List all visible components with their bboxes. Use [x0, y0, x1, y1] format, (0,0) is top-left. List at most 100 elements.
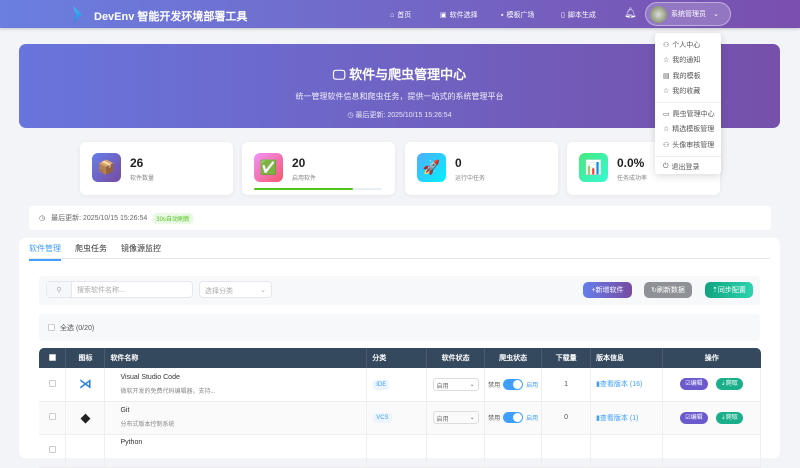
main-panel: 软件管理 爬虫任务 镜像源监控 ⚲ 搜索软件名称... 选择分类 ⌄ +新增软件 ↻刷新…	[19, 238, 780, 468]
select-all-label[interactable]: 全选 (0/20)	[60, 323, 94, 333]
add-software-button[interactable]: +新增软件	[583, 282, 632, 298]
category-tag: VCS	[373, 413, 392, 423]
checkmark-icon: ✅	[254, 153, 283, 182]
menu-item-featured-templates[interactable]: ☆ 精选模板管理	[655, 122, 721, 138]
stat-label: 软件数量	[130, 176, 155, 182]
sync-config-button[interactable]: ⇡同步配置	[705, 282, 753, 298]
menu-item-avatar-review[interactable]: ⚇ 头像审核管理	[655, 137, 721, 153]
view-versions-link[interactable]: ▮查看版本 (1)	[596, 415, 638, 422]
toggle-off-label: 禁用	[488, 416, 501, 422]
category-select[interactable]: 选择分类 ⌄	[199, 281, 272, 298]
crawl-button[interactable]: ⇣爬取	[715, 411, 743, 424]
search-placeholder: 搜索软件名称...	[77, 286, 125, 294]
last-updated: 最后更新: 2025/10/15 15:26:54	[355, 112, 452, 119]
edit-button[interactable]: ☑编辑	[680, 378, 708, 391]
notification-bell-icon[interactable]: 🔔︎	[624, 8, 637, 19]
monitor-icon: ▭	[663, 110, 670, 118]
script-icon: ▯	[561, 12, 565, 19]
software-desc: 分布式版本控制系统	[120, 422, 175, 428]
versions-label: 查看版本 (16)	[599, 381, 643, 389]
menu-label: 我的收藏	[672, 88, 701, 96]
stat-card-running-tasks: 🚀 0 运行中任务	[405, 142, 558, 195]
last-updated: 最后更新: 2025/10/15 15:26:54	[51, 215, 148, 222]
user-icon: ⚇	[663, 141, 670, 149]
status-value: 启用	[436, 417, 449, 423]
toolbar: ⚲ 搜索软件名称... 选择分类 ⌄ +新增软件 ↻刷新数据 ⇡同步配置	[39, 276, 760, 305]
col-icon: 图标	[65, 348, 106, 368]
clock-icon: ◷	[39, 215, 46, 222]
view-versions-link[interactable]: ▮查看版本 (16)	[596, 381, 642, 388]
menu-item-profile[interactable]: ⚇ 个人中心	[655, 37, 721, 53]
header-checkbox[interactable]	[39, 348, 67, 368]
menu-item-templates[interactable]: ▤ 我的模板	[655, 68, 721, 84]
status-select[interactable]: 启用 ⌄	[432, 411, 479, 424]
user-menu-button[interactable]: 系统管理员 ⌄	[645, 2, 731, 26]
software-desc: 微软开发的免费代码编辑器，支持...	[120, 388, 216, 395]
select-all-checkbox[interactable]	[48, 324, 55, 331]
nav-label: 首页	[397, 12, 412, 19]
downloads: 0	[541, 401, 592, 435]
stat-value: 26	[130, 156, 144, 170]
nav-software[interactable]: ▣ 软件选择	[440, 10, 478, 20]
template-icon: ▪	[501, 11, 504, 19]
col-downloads: 下载量	[541, 348, 592, 368]
menu-label: 爬虫管理中心	[672, 110, 715, 118]
menu-divider	[655, 102, 721, 103]
crawler-toggle[interactable]	[503, 378, 524, 390]
menu-item-notifications[interactable]: ☆ 我的通知	[655, 53, 721, 69]
stat-label: 启用软件	[292, 176, 317, 182]
monitor-icon: 🖵︎	[332, 67, 350, 82]
table-row: ⋊ Visual Studio Code 微软开发的免费代码编辑器，支持... I…	[39, 368, 761, 402]
page-title: 软件与爬虫管理中心	[349, 67, 467, 82]
avatar	[650, 5, 667, 23]
row-checkbox[interactable]	[48, 446, 56, 453]
stat-value: 0.0%	[617, 156, 645, 170]
stat-label: 任务成功率	[617, 176, 648, 182]
col-category: 分类	[366, 348, 428, 368]
star-icon: ☆	[663, 57, 670, 65]
toggle-on-label: 启用	[526, 382, 539, 389]
nav-label: 软件选择	[449, 12, 478, 19]
menu-item-crawler-center[interactable]: ▭ 爬虫管理中心	[655, 106, 721, 122]
chevron-down-icon: ⌄	[469, 415, 475, 421]
downloads: 1	[541, 368, 592, 402]
stat-card-enabled: ✅ 20 启用软件	[242, 142, 395, 195]
toggle-on-label: 启用	[526, 416, 539, 422]
menu-label: 退出登录	[671, 164, 700, 172]
crawler-toggle[interactable]	[503, 412, 524, 423]
menu-item-favorites[interactable]: ☆ 我的收藏	[655, 84, 721, 100]
col-status: 软件状态	[426, 348, 486, 368]
menu-label: 我的通知	[672, 57, 701, 65]
crawl-label: 爬取	[725, 414, 738, 421]
search-input[interactable]: ⚲ 搜索软件名称...	[46, 281, 193, 298]
nav-templates[interactable]: ▪ 模板广场	[501, 10, 534, 20]
home-icon: ⌂	[390, 11, 395, 19]
menu-item-logout[interactable]: ⏻ 退出登录	[655, 160, 721, 176]
refresh-data-button[interactable]: ↻刷新数据	[644, 282, 692, 298]
select-all-bar: 全选 (0/20)	[39, 314, 760, 341]
auto-refresh-badge: 30s自动刷新	[153, 212, 193, 224]
software-name: Python	[120, 438, 143, 446]
crawl-button[interactable]: ⇣爬取	[715, 378, 743, 391]
software-table: 图标 软件名称 分类 软件状态 爬虫状态 下载量 版本信息 操作 ⋊ Visua…	[39, 348, 761, 468]
row-checkbox[interactable]	[48, 379, 56, 387]
menu-label: 头像审核管理	[672, 141, 715, 149]
stat-card-software-count: 📦 26 软件数量	[80, 142, 233, 195]
row-checkbox[interactable]	[48, 413, 56, 420]
col-actions: 操作	[662, 348, 761, 368]
search-icon: ⚲	[47, 282, 72, 297]
vscode-icon: ⋊	[78, 376, 92, 392]
edit-button[interactable]: ☑编辑	[680, 411, 708, 424]
edit-label: 编辑	[690, 381, 703, 388]
menu-label: 个人中心	[672, 41, 701, 49]
status-select[interactable]: 启用 ⌄	[432, 377, 479, 391]
chevron-down-icon: ⌄	[469, 381, 475, 388]
table-row: Python	[39, 434, 761, 468]
stat-value: 0	[455, 156, 462, 170]
nav-scripts[interactable]: ▯ 脚本生成	[561, 10, 596, 20]
stat-value: 20	[292, 156, 306, 170]
chevron-down-icon: ⌄	[713, 11, 719, 18]
star-icon: ☆	[663, 88, 670, 96]
nav-home[interactable]: ⌂ 首页	[390, 10, 411, 20]
menu-divider	[655, 155, 721, 157]
